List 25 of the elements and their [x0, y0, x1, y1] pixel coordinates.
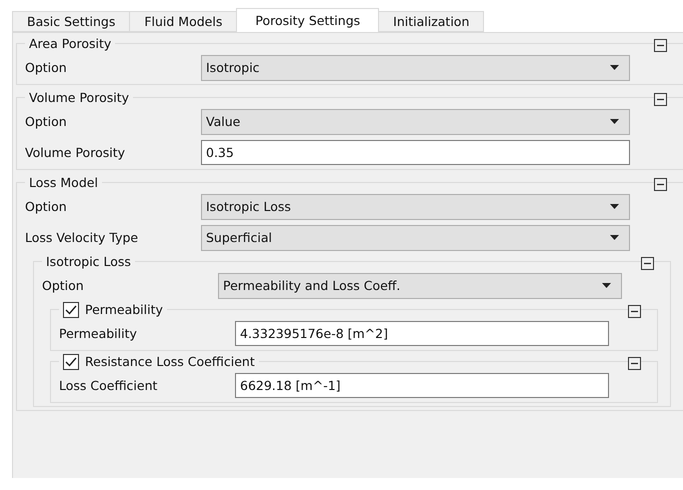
group-title: Volume Porosity — [29, 89, 129, 106]
group-title: Permeability — [85, 301, 163, 318]
group-title: Resistance Loss Coefficient — [85, 353, 255, 370]
input-field[interactable]: 0.35 — [201, 140, 630, 165]
field-label: Loss Velocity Type — [25, 230, 140, 245]
dropdown[interactable]: Superficial — [201, 224, 630, 250]
dropdown[interactable]: Isotropic Loss — [201, 194, 630, 220]
field-label: Volume Porosity — [25, 145, 126, 160]
tab[interactable]: Fluid Models — [129, 11, 238, 32]
dropdown[interactable]: Permeability and Loss Coeff. — [218, 272, 622, 298]
dropdown[interactable]: Isotropic — [201, 54, 630, 80]
field-label: Option — [25, 114, 68, 129]
tab[interactable]: Initialization — [378, 11, 484, 32]
group-title: Isotropic Loss — [46, 253, 131, 270]
input-field[interactable]: 4.332395176e-8 [m^2] — [235, 321, 609, 346]
input-field[interactable]: 6629.18 [m^-1] — [235, 373, 609, 398]
group-title: Area Porosity — [29, 35, 112, 52]
dropdown[interactable]: Value — [201, 108, 630, 134]
tab[interactable]: Basic Settings — [12, 11, 130, 32]
field-label: Permeability — [59, 326, 138, 341]
group-title: Loss Model — [29, 174, 98, 191]
field-label: Option — [25, 60, 68, 75]
field-label: Option — [25, 199, 68, 214]
field-label: Option — [42, 278, 85, 293]
field-label: Loss Coefficient — [59, 378, 158, 393]
